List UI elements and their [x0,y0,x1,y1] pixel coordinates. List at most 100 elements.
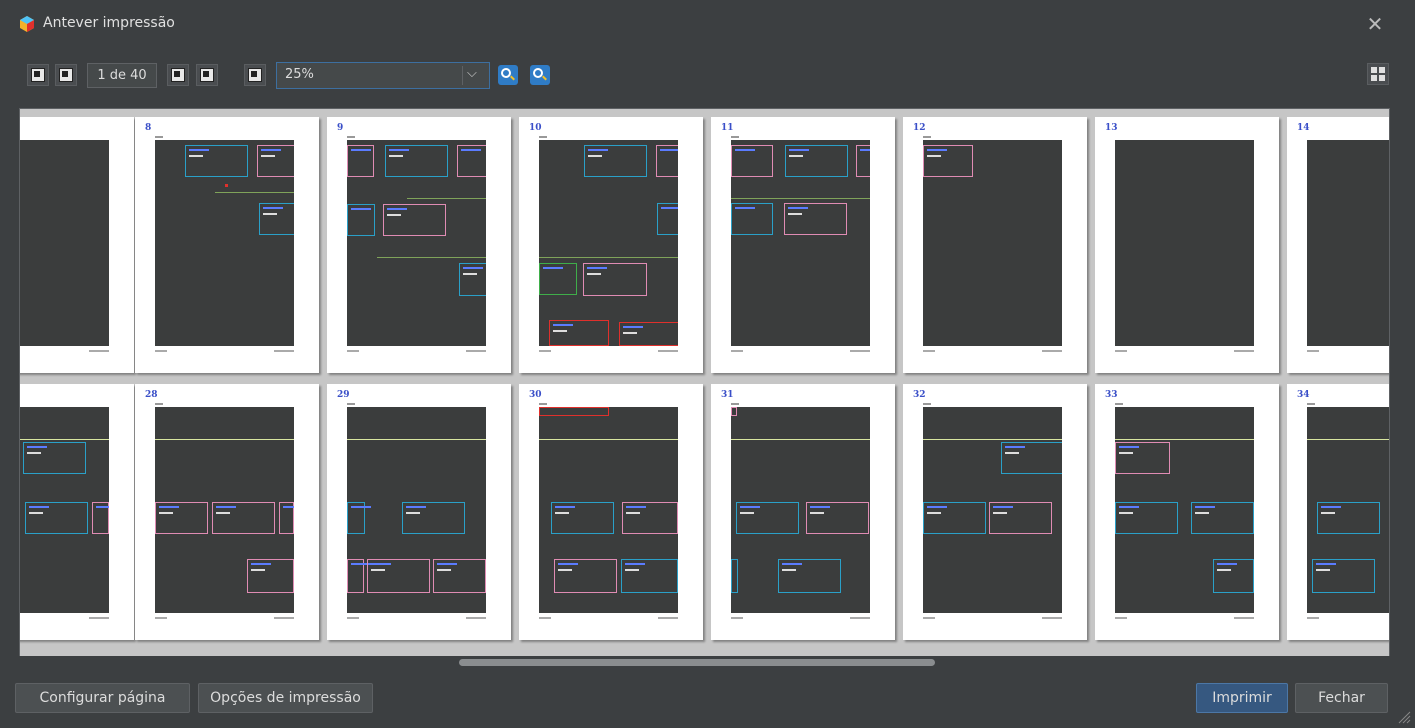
page-thumbnail[interactable]: 9 [327,117,511,373]
scrollbar-thumb[interactable] [459,659,935,666]
diagram-node [583,263,647,296]
print-button[interactable]: Imprimir [1196,683,1288,713]
diagram-node [554,559,617,593]
print-options-button[interactable]: Opções de impressão [198,683,373,713]
diagram-node [457,145,486,177]
connector-line [731,198,870,199]
connector-line [377,257,486,258]
diagram-node [259,203,294,235]
diagram-node [656,145,678,177]
page-header-tag [347,136,355,138]
diagram-node [923,502,986,534]
diagram-node [584,145,647,177]
zoom-select[interactable]: 25% ⌵ [276,62,490,89]
fit-page-icon[interactable] [244,64,266,86]
diagram-node [1312,559,1375,593]
diagram-node [621,559,678,593]
diagram-node [279,502,294,534]
page-thumbnail[interactable]: 32 [903,384,1087,640]
page-indicator[interactable]: 1 de 40 [87,63,157,88]
page-thumbnail[interactable]: 29 [327,384,511,640]
resize-grip-icon[interactable] [1397,710,1411,724]
diagram-node [539,263,577,295]
page-diagram [923,407,1062,613]
diagram-node [347,204,375,236]
page-thumbnail[interactable]: 11 [711,117,895,373]
page-header-tag [1307,403,1315,405]
close-button[interactable]: Fechar [1295,683,1388,713]
diagram-node [257,145,294,177]
diagram-node [731,203,773,235]
zoom-out-icon[interactable] [498,65,518,85]
page-thumbnail[interactable]: 34 [1287,384,1389,640]
page-number: 12 [913,123,926,133]
diagram-node [539,407,609,416]
page-thumbnail[interactable]: 8 [135,117,319,373]
page-diagram [155,407,294,613]
page-setup-button[interactable]: Configurar página [15,683,190,713]
diagram-node [347,559,371,593]
zoom-value[interactable]: 25% [285,67,314,82]
page-thumbnail[interactable]: 13 [1095,117,1279,373]
chevron-down-icon[interactable]: ⌵ [467,66,477,81]
page-number: 34 [1297,390,1310,400]
page-thumbnail[interactable] [20,384,134,640]
page-header-tag [155,136,163,138]
diagram-node [25,502,88,534]
horizontal-scrollbar[interactable] [19,656,1390,670]
page-thumbnail[interactable]: 31 [711,384,895,640]
page-header-tag [731,136,739,138]
connector-line [1307,439,1389,440]
page-number: 28 [145,390,158,400]
previous-page-icon[interactable] [55,64,77,86]
page-number: 30 [529,390,542,400]
zoom-in-icon[interactable] [530,65,550,85]
diagram-node [433,559,486,593]
diagram-node [92,502,109,534]
diagram-node [806,502,869,534]
page-footer [347,617,486,619]
page-diagram [923,140,1062,346]
diagram-node [778,559,841,593]
page-thumbnail[interactable] [20,117,134,373]
diagram-node [785,145,848,177]
connector-line [215,192,294,193]
page-diagram [347,140,486,346]
page-diagram [155,140,294,346]
page-footer [1307,617,1389,619]
page-thumbnail[interactable]: 10 [519,117,703,373]
diagram-node [212,502,275,534]
page-thumbnail[interactable]: 14 [1287,117,1389,373]
diagram-node [459,263,486,296]
connector-line [539,439,678,440]
page-footer [1115,350,1254,352]
print-preview-area[interactable]: 8 9 10 11 12 13 14 28 29 30 31 32 33 34 [19,108,1390,670]
diagram-node [247,559,294,593]
page-thumbnail[interactable]: 30 [519,384,703,640]
page-footer [155,617,294,619]
close-icon[interactable]: ✕ [1363,12,1387,36]
page-layout-icon[interactable] [1367,63,1389,85]
page-number: 32 [913,390,926,400]
page-number: 8 [145,123,152,133]
page-diagram [1115,407,1254,613]
diagram-node [657,203,678,235]
page-thumbnail[interactable]: 12 [903,117,1087,373]
connector-dot [225,184,228,187]
page-thumbnail[interactable]: 33 [1095,384,1279,640]
page-diagram [20,407,109,613]
page-thumbnail[interactable]: 28 [135,384,319,640]
page-diagram [1307,140,1389,346]
page-header-tag [731,403,739,405]
first-page-icon[interactable] [27,64,49,86]
page-footer [1115,617,1254,619]
diagram-node [731,559,738,593]
diagram-node [551,502,614,534]
page-footer [1307,350,1389,352]
next-page-icon[interactable] [167,64,189,86]
diagram-node [1213,559,1254,593]
page-header-tag [155,403,163,405]
diagram-node [383,204,446,236]
diagram-node [1115,442,1170,474]
last-page-icon[interactable] [196,64,218,86]
